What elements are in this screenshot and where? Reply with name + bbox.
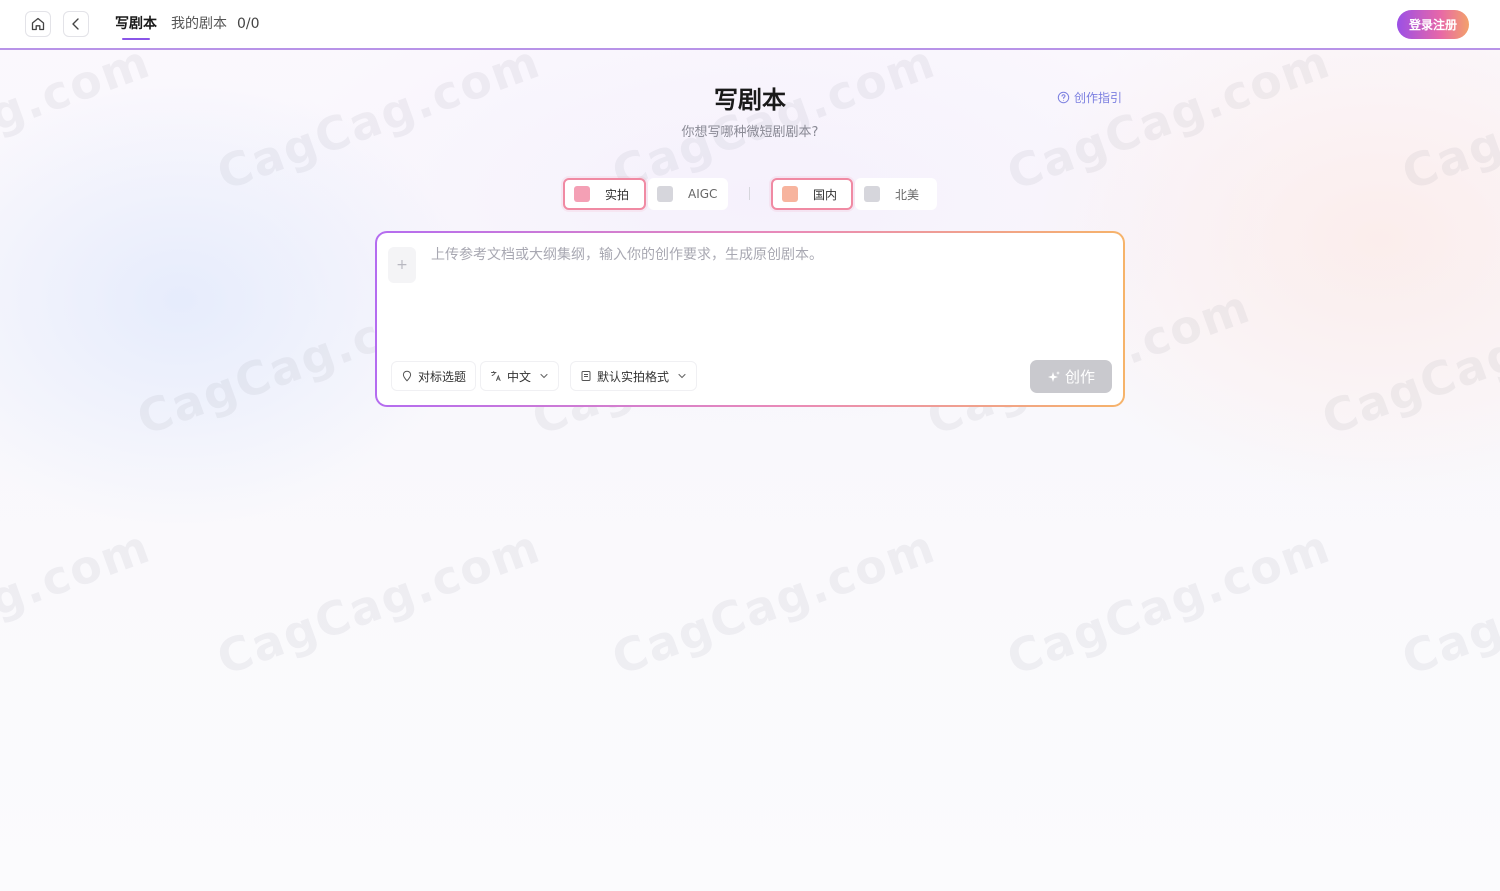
chevron-left-icon	[72, 18, 79, 30]
globe-icon	[864, 186, 880, 202]
prompt-composer: + 上传参考文档或大纲集纲，输入你的创作要求，生成原创剧本。 对标选题 中文 默…	[375, 231, 1125, 407]
tag-icon	[402, 370, 412, 382]
format-select[interactable]: 默认实拍格式	[570, 361, 698, 391]
chevron-down-icon	[540, 373, 548, 379]
tab-my-scripts[interactable]: 我的剧本	[171, 15, 227, 33]
create-button[interactable]: 创作	[1030, 360, 1112, 393]
sparkle-icon	[1047, 370, 1060, 382]
upload-document-button[interactable]: +	[388, 247, 416, 283]
home-icon	[31, 17, 45, 31]
region-option-domestic[interactable]: 国内	[771, 178, 853, 210]
creation-guide-link[interactable]: 创作指引	[1057, 89, 1122, 106]
chevron-down-icon	[678, 373, 686, 379]
region-option-label: 北美	[895, 187, 920, 202]
top-bar: 写剧本 我的剧本 0/0 登录注册	[0, 0, 1500, 50]
login-register-button[interactable]: 登录注册	[1397, 10, 1469, 39]
creation-guide-label: 创作指引	[1074, 91, 1123, 105]
format-select-label: 默认实拍格式	[597, 369, 670, 384]
mode-option-aigc[interactable]: AIGC	[648, 178, 728, 210]
aigc-icon	[657, 186, 673, 202]
mode-option-label: AIGC	[688, 187, 718, 201]
document-icon	[581, 371, 591, 381]
benchmark-topic-label: 对标选题	[418, 369, 467, 384]
script-count: 0/0	[237, 16, 260, 32]
home-button[interactable]	[25, 11, 51, 37]
domestic-icon	[782, 186, 798, 202]
main-area: 写剧本 你想写哪种微短剧剧本? 创作指引 实拍 AIGC 国内 北美 + 上传参…	[0, 50, 1500, 891]
page-title: 写剧本	[714, 86, 786, 114]
back-button[interactable]	[63, 11, 89, 37]
region-option-label: 国内	[813, 187, 838, 202]
live-action-icon	[574, 186, 590, 202]
benchmark-topic-button[interactable]: 对标选题	[391, 361, 477, 391]
option-divider	[749, 187, 750, 200]
prompt-input[interactable]: 上传参考文档或大纲集纲，输入你的创作要求，生成原创剧本。	[431, 245, 823, 265]
page-subtitle: 你想写哪种微短剧剧本?	[681, 125, 819, 140]
language-select[interactable]: 中文	[480, 361, 560, 391]
create-button-label: 创作	[1064, 368, 1095, 386]
language-select-label: 中文	[507, 369, 532, 384]
help-circle-icon	[1057, 91, 1070, 104]
translate-icon	[491, 371, 501, 381]
mode-option-live-action[interactable]: 实拍	[563, 178, 646, 210]
tab-write-script[interactable]: 写剧本	[115, 15, 157, 40]
region-option-north-america[interactable]: 北美	[855, 178, 937, 210]
mode-option-label: 实拍	[605, 187, 630, 202]
